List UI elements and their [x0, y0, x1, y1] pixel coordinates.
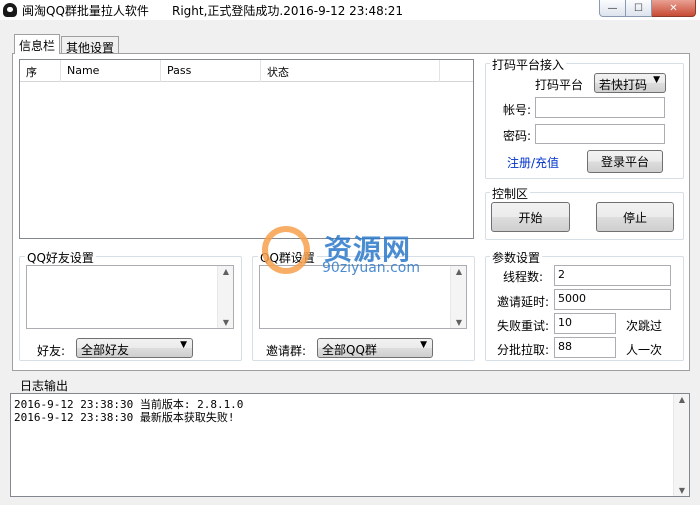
- close-button[interactable]: ✕: [652, 0, 696, 17]
- account-label: 帐号:: [503, 103, 532, 117]
- window-title: 闽淘QQ群批量拉人软件: [22, 4, 149, 18]
- scroll-up-icon[interactable]: ▲: [451, 267, 467, 276]
- friend-label: 好友:: [37, 344, 66, 358]
- retry-label: 失败重试:: [497, 319, 550, 333]
- minimize-button[interactable]: —: [599, 0, 626, 17]
- title-bar: 闽淘QQ群批量拉人软件 Right,正式登陆成功.2016-9-12 23:48…: [0, 0, 700, 20]
- watermark-logo-icon: [262, 226, 310, 274]
- app-logo-icon: [3, 3, 17, 17]
- list-header: 序 Name Pass 状态: [20, 60, 473, 82]
- scroll-down-icon[interactable]: ▼: [674, 486, 690, 495]
- column-header-pass[interactable]: Pass: [161, 60, 261, 82]
- log-title: 日志输出: [20, 379, 69, 393]
- scroll-down-icon[interactable]: ▼: [451, 318, 467, 327]
- log-line: 2016-9-12 23:38:30 最新版本获取失败!: [14, 411, 235, 424]
- groups-scrollbar[interactable]: ▲ ▼: [450, 266, 466, 328]
- friends-scrollbar[interactable]: ▲ ▼: [217, 266, 233, 328]
- account-list[interactable]: 序 Name Pass 状态: [19, 59, 474, 239]
- platform-label: 打码平台: [535, 78, 584, 92]
- account-input[interactable]: [535, 97, 665, 118]
- retry-input[interactable]: 10: [554, 313, 616, 334]
- retry-suffix: 次跳过: [626, 319, 663, 333]
- log-output[interactable]: 2016-9-12 23:38:30 当前版本: 2.8.1.0 2016-9-…: [10, 393, 690, 497]
- column-header-status[interactable]: 状态: [261, 60, 440, 82]
- invite-group-select[interactable]: 全部QQ群 ▼: [317, 338, 433, 358]
- start-button[interactable]: 开始: [491, 202, 570, 232]
- batch-suffix: 人一次: [626, 343, 663, 357]
- password-label: 密码:: [503, 129, 532, 143]
- captcha-group-title: 打码平台接入: [490, 56, 567, 73]
- friends-group-title: QQ好友设置: [25, 249, 96, 266]
- maximize-button[interactable]: ☐: [626, 0, 652, 17]
- batch-label: 分批拉取:: [497, 343, 550, 357]
- watermark: 资源网 90ziyuan.com: [262, 222, 442, 278]
- friend-select-value: 全部好友: [81, 343, 130, 357]
- login-status: Right,正式登陆成功.2016-9-12 23:48:21: [172, 4, 404, 18]
- invite-group-label: 邀请群:: [266, 344, 307, 358]
- tab-info[interactable]: 信息栏: [14, 34, 61, 54]
- register-recharge-link[interactable]: 注册/充值: [507, 154, 559, 171]
- scroll-up-icon[interactable]: ▲: [674, 395, 690, 404]
- watermark-url: 90ziyuan.com: [322, 260, 421, 276]
- threads-label: 线程数:: [503, 270, 544, 284]
- invite-delay-label: 邀请延时:: [497, 295, 550, 309]
- chevron-down-icon: ▼: [180, 340, 187, 350]
- password-input[interactable]: [535, 124, 665, 144]
- batch-input[interactable]: 88: [554, 337, 616, 358]
- tab-other-settings[interactable]: 其他设置: [61, 36, 119, 55]
- friend-select[interactable]: 全部好友 ▼: [76, 338, 193, 358]
- column-header-index[interactable]: 序: [20, 60, 61, 82]
- params-group-title: 参数设置: [490, 249, 543, 266]
- platform-select-value: 若快打码: [599, 78, 648, 92]
- platform-select[interactable]: 若快打码 ▼: [594, 73, 666, 93]
- chevron-down-icon: ▼: [653, 75, 660, 85]
- log-scrollbar[interactable]: ▲ ▼: [673, 394, 689, 496]
- friends-memo[interactable]: ▲ ▼: [26, 265, 234, 329]
- chevron-down-icon: ▼: [420, 340, 427, 350]
- scroll-up-icon[interactable]: ▲: [218, 267, 234, 276]
- invite-delay-input[interactable]: 5000: [554, 289, 671, 310]
- column-header-name[interactable]: Name: [61, 60, 161, 82]
- threads-input[interactable]: 2: [554, 265, 671, 286]
- control-group-title: 控制区: [490, 185, 531, 202]
- invite-group-select-value: 全部QQ群: [322, 343, 377, 357]
- stop-button[interactable]: 停止: [596, 202, 674, 232]
- login-platform-button[interactable]: 登录平台: [587, 150, 663, 173]
- scroll-down-icon[interactable]: ▼: [218, 318, 234, 327]
